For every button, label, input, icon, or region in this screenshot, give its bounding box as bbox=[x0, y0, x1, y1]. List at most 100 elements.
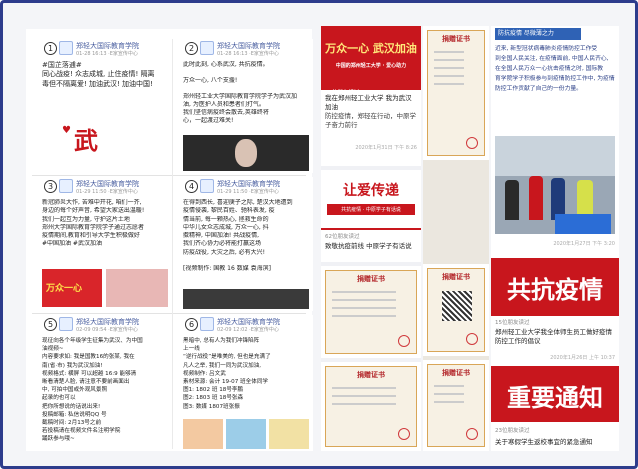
grid-image-2[interactable] bbox=[226, 419, 266, 449]
photo-date: 2020年1月27日 下午 3:20 bbox=[553, 241, 615, 247]
avatar[interactable] bbox=[200, 317, 214, 331]
post-image-grid[interactable] bbox=[183, 419, 309, 449]
post-image-2[interactable] bbox=[106, 269, 168, 307]
banner-text: 万众一心 武汉加油 bbox=[325, 42, 417, 55]
post-video[interactable] bbox=[183, 135, 309, 171]
avatar[interactable] bbox=[59, 179, 73, 193]
post-text: 现征向各个年级学生征集为武汉、为中国 油视频~ 内容要求如: 我是国教16的张某… bbox=[42, 338, 143, 443]
seal-stamp bbox=[466, 333, 478, 345]
news-card[interactable]: 重要通知 23位朋友读过 关于寒假学生返校事宜的紧急通知 bbox=[491, 366, 619, 451]
news-panel: 万众一心 武汉加油 中国的郑州轻工大学 · 爱心助力 我在郑州轻工业大学 我为武… bbox=[321, 26, 619, 451]
divider bbox=[32, 175, 306, 176]
certificate-image: 捐赠证书 bbox=[427, 268, 485, 352]
moment-post-6[interactable]: 6 郑轻大国际教育学院 02-09 12:02 ·E家宣传中心 黑暗中, 总有人… bbox=[173, 315, 313, 451]
seal-stamp bbox=[466, 137, 478, 149]
banner-image: 重要通知 bbox=[491, 366, 619, 422]
post-meta: 01-29 11:50 ·E家宣传中心 bbox=[76, 189, 138, 195]
moments-grid: 1 郑轻大国际教育学院 01-28 16:13 ·E家宣传中心 #国芷落逋# 同… bbox=[26, 29, 313, 451]
news-column-3: 防抗疫情 尽微薄之力 近来, 新型冠状病毒肺炎疫情防控工作受 到全国人民关注, … bbox=[491, 26, 619, 451]
news-title[interactable]: 关于寒假学生返校事宜的紧急通知 bbox=[495, 438, 615, 447]
post-video[interactable] bbox=[183, 289, 309, 309]
certificate-card[interactable]: 捐赠证书 bbox=[321, 362, 421, 451]
post-number: 1 bbox=[44, 42, 57, 55]
person bbox=[505, 180, 519, 220]
banner-image: 共抗疫情 bbox=[491, 258, 619, 316]
certificate-title: 捐赠证书 bbox=[442, 35, 470, 43]
image-text: 万众一心 bbox=[46, 284, 83, 294]
certificate-card[interactable]: 捐赠证书 bbox=[423, 26, 489, 160]
post-header: 4 郑轻大国际教育学院 01-29 11:50 ·E家宣传中心 bbox=[173, 179, 313, 197]
grid-image-1[interactable] bbox=[183, 419, 223, 449]
news-card[interactable]: 万众一心 武汉加油 中国的郑州轻工大学 · 爱心助力 我在郑州轻工业大学 我为武… bbox=[321, 26, 421, 166]
image-calligraphy: 武 bbox=[74, 126, 98, 155]
avatar[interactable] bbox=[59, 41, 73, 55]
post-header: 2 郑轻大国际教育学院 01-28 16:13 ·E家宣传中心 bbox=[173, 41, 313, 59]
read-count: 23位朋友读过 bbox=[495, 428, 530, 434]
read-count: 15位朋友读过 bbox=[495, 320, 530, 326]
read-count: 57位朋友读过 bbox=[325, 90, 360, 96]
post-number: 3 bbox=[44, 180, 57, 193]
banner-text: 让爱传递 bbox=[343, 183, 399, 199]
certificate-card[interactable]: 捐赠证书 bbox=[321, 266, 421, 358]
post-number: 6 bbox=[185, 318, 198, 331]
banner-text: 共抗疫情 bbox=[507, 275, 603, 304]
news-card[interactable]: 让爱传递 共抗疫情 · 中原学子有话说 62位朋友读过 致敬抗疫前线 中原学子有… bbox=[321, 170, 421, 262]
intro-text: 近来, 新型冠状病毒肺炎疫情防控工作受 到全国人民关注, 在疫情面前, 中国人民… bbox=[495, 46, 615, 92]
hashtag[interactable]: #国芷落逋# bbox=[42, 61, 168, 70]
seal-stamp bbox=[398, 335, 410, 347]
news-title[interactable]: 防控疫情，郑轻在行动，中原学子奋力前行 bbox=[325, 112, 417, 130]
person bbox=[529, 176, 543, 220]
certificate-image: 捐赠证书 bbox=[427, 364, 485, 447]
news-card[interactable]: 共抗疫情 15位朋友读过 郑州轻工业大学我全体师生员工做好疫情防控工作的倡议 2… bbox=[491, 258, 619, 362]
topic-tag[interactable]: 防抗疫情 尽微薄之力 bbox=[495, 28, 581, 40]
certificate-card[interactable]: 捐赠证书 bbox=[423, 360, 489, 451]
moment-post-3[interactable]: 3 郑轻大国际教育学院 01-29 11:50 ·E家宣传中心 新冠肺炎大作, … bbox=[32, 177, 172, 311]
news-column-2: 捐赠证书 捐赠证书 捐赠证书 bbox=[423, 26, 489, 451]
news-title[interactable]: 郑州轻工业大学我全体师生员工做好疫情防控工作的倡议 bbox=[495, 328, 615, 346]
post-number: 2 bbox=[185, 42, 198, 55]
banner-subtext: 共抗疫情 · 中原学子有话说 bbox=[327, 204, 415, 215]
avatar[interactable] bbox=[59, 317, 73, 331]
supply-boxes bbox=[555, 214, 611, 234]
post-image[interactable]: 万众一心 bbox=[42, 269, 102, 307]
post-header: 6 郑轻大国际教育学院 02-09 12:02 ·E家宣传中心 bbox=[173, 317, 313, 335]
certificate-title: 捐赠证书 bbox=[357, 275, 385, 283]
post-meta: 02-09 12:02 ·E家宣传中心 bbox=[217, 327, 279, 333]
moment-post-5[interactable]: 5 郑轻大国际教育学院 02-09 09:54 ·E家宣传中心 现征向各个年级学… bbox=[32, 315, 172, 451]
post-meta: 02-09 09:54 ·E家宣传中心 bbox=[76, 327, 138, 333]
post-header: 1 郑轻大国际教育学院 01-28 16:13 ·E家宣传中心 bbox=[32, 41, 172, 59]
seal-stamp bbox=[398, 428, 410, 440]
certificate-card[interactable]: 捐赠证书 bbox=[423, 264, 489, 356]
moment-post-1[interactable]: 1 郑轻大国际教育学院 01-28 16:13 ·E家宣传中心 #国芷落逋# 同… bbox=[32, 39, 172, 173]
news-title[interactable]: 我在郑州轻工业大学 我为武汉加油 bbox=[325, 94, 417, 112]
post-text: 黑暗中, 总有人为我们冲锋陷阵 上一线 “逆行战役”是唯美的, 但也是充满了 凡… bbox=[183, 338, 271, 410]
certificate-title: 捐赠证书 bbox=[442, 369, 470, 377]
moment-post-4[interactable]: 4 郑轻大国际教育学院 01-29 11:50 ·E家宣传中心 在得到西长, 喜… bbox=[173, 177, 313, 311]
news-title[interactable]: 致敬抗疫前线 中原学子有话说 bbox=[325, 242, 417, 251]
post-text: 新冠肺炎大作, 苦难中开花, 咱们一齐, 身边的每个好声音, 希望大家送出温暖!… bbox=[42, 199, 145, 248]
grid-image-3[interactable] bbox=[269, 419, 309, 449]
post-meta: 01-28 16:13 ·E家宣传中心 bbox=[76, 51, 138, 57]
post-meta: 01-29 11:50 ·E家宣传中心 bbox=[217, 189, 279, 195]
banner-image: 万众一心 武汉加油 中国的郑州轻工大学 · 爱心助力 bbox=[321, 26, 421, 90]
certificate-image: 捐赠证书 bbox=[325, 270, 417, 354]
post-header: 3 郑轻大国际教育学院 01-29 11:50 ·E家宣传中心 bbox=[32, 179, 172, 197]
certificate-image: 捐赠证书 bbox=[325, 366, 417, 447]
banner-text: 重要通知 bbox=[507, 383, 603, 412]
volunteer-photo[interactable] bbox=[495, 136, 615, 234]
banner-subtext: 中国的郑州轻工大学 · 爱心助力 bbox=[335, 63, 407, 69]
face-photo bbox=[235, 139, 257, 167]
news-date: 2020年1月31日 下午 8:26 bbox=[355, 145, 417, 151]
post-text: 在得到西长, 喜迎庚子之际, 楚汉大地遭到 疫情侵袭, 黎民百姓、驰科表发, 疫… bbox=[183, 199, 293, 273]
avatar[interactable] bbox=[200, 179, 214, 193]
avatar[interactable] bbox=[200, 41, 214, 55]
qr-code-icon bbox=[442, 291, 472, 321]
post-number: 4 bbox=[185, 180, 198, 193]
seal-stamp bbox=[466, 428, 478, 440]
heart-icon: ♥ bbox=[62, 125, 71, 136]
post-image[interactable]: 武 ♥ bbox=[42, 107, 168, 167]
post-meta: 01-28 16:13 ·E家宣传中心 bbox=[217, 51, 279, 57]
post-number: 5 bbox=[44, 318, 57, 331]
moment-post-2[interactable]: 2 郑轻大国际教育学院 01-28 16:13 ·E家宣传中心 此时此刻, 心系… bbox=[173, 39, 313, 173]
certificate-title: 捐赠证书 bbox=[357, 371, 385, 379]
